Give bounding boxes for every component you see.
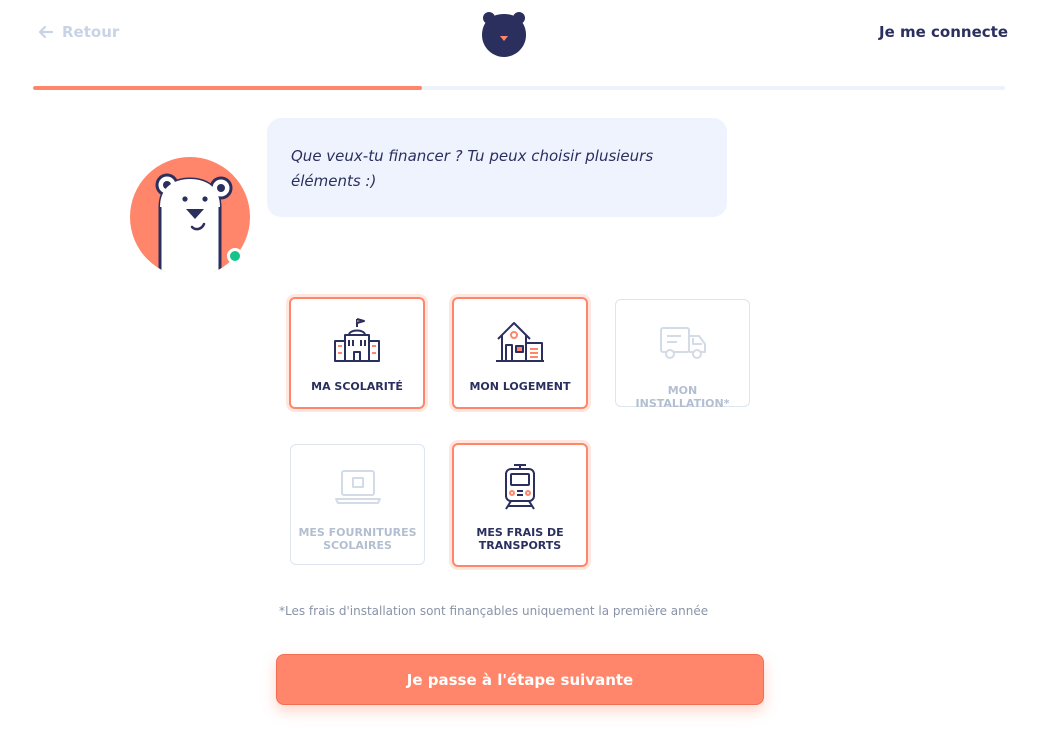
option-card-logement[interactable]: MON LOGEMENT — [452, 297, 588, 409]
house-icon — [494, 315, 546, 367]
train-icon — [494, 461, 546, 513]
chat-bubble: Que veux-tu financer ? Tu peux choisir p… — [267, 118, 727, 217]
laptop-icon — [332, 461, 384, 513]
arrow-left-icon — [38, 25, 54, 39]
moving-truck-icon — [657, 316, 709, 368]
progress-bar — [33, 86, 1005, 90]
bear-logo[interactable] — [479, 8, 529, 58]
option-label: MES FRAIS DE TRANSPORTS — [476, 526, 564, 552]
progress-bar-fill — [33, 86, 422, 90]
option-card-scolarite[interactable]: MA SCOLARITÉ — [289, 297, 425, 409]
login-link[interactable]: Je me connecte — [879, 23, 1008, 41]
back-link[interactable]: Retour — [38, 23, 119, 41]
option-card-fournitures[interactable]: MES FOURNITURES SCOLAIRES — [290, 444, 425, 565]
school-building-icon — [331, 315, 383, 367]
option-label: MES FOURNITURES SCOLAIRES — [298, 526, 417, 552]
next-step-button[interactable]: Je passe à l'étape suivante — [276, 654, 764, 705]
option-label: MON INSTALLATION* — [635, 384, 730, 410]
option-label: MON LOGEMENT — [469, 380, 571, 393]
option-label: MA SCOLARITÉ — [311, 380, 403, 393]
option-card-installation[interactable]: MON INSTALLATION* — [615, 299, 750, 410]
online-status-dot — [227, 248, 243, 264]
footnote: *Les frais d'installation sont finançabl… — [279, 604, 709, 618]
option-card-transports[interactable]: MES FRAIS DE TRANSPORTS — [452, 443, 588, 567]
chat-message: Que veux-tu financer ? Tu peux choisir p… — [291, 147, 654, 190]
back-label: Retour — [62, 23, 120, 41]
